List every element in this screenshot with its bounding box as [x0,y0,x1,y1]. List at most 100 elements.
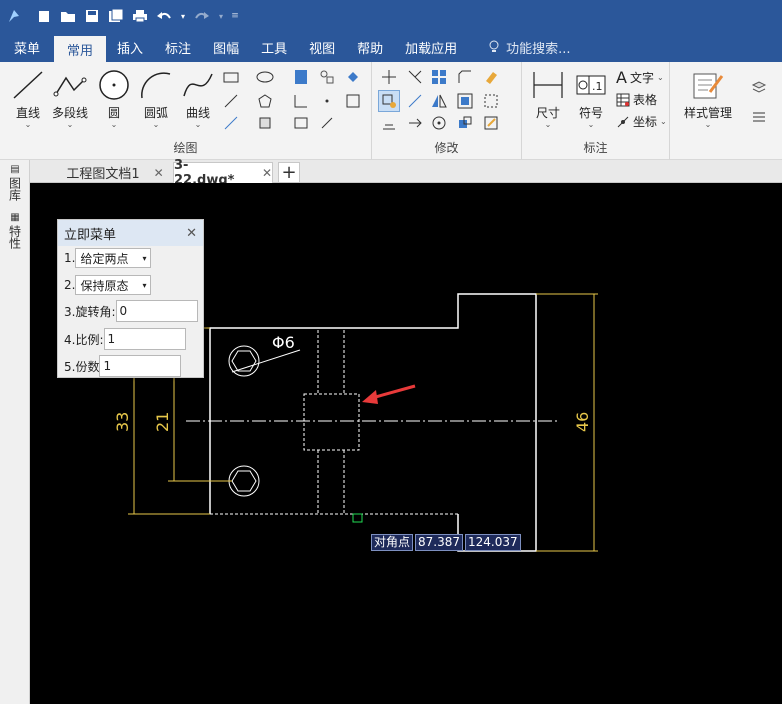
color-fill-icon[interactable] [344,68,362,86]
tab-tools[interactable]: 工具 [250,32,298,62]
tab-load-app[interactable]: 加载应用 [394,32,468,62]
new-tab-button[interactable]: + [278,162,300,183]
block-icon[interactable] [318,68,336,86]
save-all-icon[interactable] [106,6,126,26]
rotation-input[interactable] [115,300,198,322]
table-icon [616,93,630,106]
centerline-icon[interactable] [222,92,240,110]
axis-icon[interactable] [292,92,310,110]
doc-tab-2[interactable]: 3-22.dwg* ✕ [173,158,273,188]
chevron-down-icon: ⌄ [24,120,32,129]
array-icon[interactable] [430,68,448,86]
tab-annotate[interactable]: 标注 [154,32,202,62]
text-button[interactable]: A 文字 ⌄ [616,68,664,87]
mode-select[interactable]: 给定两点 ▾ [75,248,152,268]
extend-icon[interactable] [406,92,424,110]
scale-input[interactable] [103,328,186,350]
offset-icon[interactable] [380,114,398,132]
line-icon [13,71,43,99]
print-icon[interactable] [130,6,150,26]
explode-icon[interactable] [456,114,474,132]
save-icon[interactable] [82,6,102,26]
tab-view[interactable]: 视图 [298,32,346,62]
circle-button[interactable]: 圆 ⌄ [96,68,132,129]
properties-panel-icon: ▦ [9,212,21,223]
scale-icon[interactable] [456,92,474,110]
tab-insert[interactable]: 插入 [106,32,154,62]
modify-group-label: 修改 [434,141,459,155]
line-label: 直线 [15,106,40,120]
leader-icon[interactable] [318,114,336,132]
circle-label: 圆 [107,106,120,120]
style-manager-button[interactable]: 样式管理 ⌄ [684,68,732,129]
break-icon[interactable] [482,92,500,110]
chevron-down-icon: ⌄ [544,120,552,129]
move-icon[interactable] [380,68,398,86]
doc-tab-1[interactable]: 工程图文档1 ✕ [60,162,170,183]
close-icon[interactable]: ✕ [186,226,197,241]
draw-group-label: 绘图 [173,141,198,155]
option-row-1: 1. 给定两点 ▾ [64,248,152,268]
image-icon[interactable] [292,114,310,132]
tab-common[interactable]: 常用 [54,36,107,62]
close-icon[interactable]: ✕ [262,166,272,180]
redo-icon[interactable] [192,6,212,26]
properties-panel-tab[interactable]: ▦ 特性 [8,212,22,249]
trim-icon[interactable] [406,68,424,86]
erase-icon[interactable] [482,68,500,86]
rotate-icon[interactable] [430,114,448,132]
mirror-icon[interactable] [430,92,448,110]
ellipse-icon[interactable] [256,68,274,86]
boundary-icon[interactable] [256,114,274,132]
arc-label: 圆弧 [143,106,168,120]
line-button[interactable]: 直线 ⌄ [10,68,46,129]
polyline-button[interactable]: 多段线 ⌄ [52,68,88,129]
stretch-icon[interactable] [406,114,424,132]
coordinate-label: 对角点 [371,534,414,551]
curve-button[interactable]: 曲线 ⌄ [180,68,216,129]
library-icon: ▤ [9,164,21,175]
immediate-menu-titlebar[interactable]: 立即菜单 ✕ [58,220,203,246]
customize-icon[interactable]: ≡ [230,6,240,26]
new-file-icon[interactable] [34,6,54,26]
dimension-label: 尺寸 [535,106,560,120]
library-label: 图库 [7,177,22,201]
hatch-icon[interactable] [292,68,310,86]
feature-search[interactable]: 功能搜索... [468,32,571,62]
tab-sheet[interactable]: 图幅 [202,32,250,62]
undo-icon[interactable] [154,6,174,26]
polygon-icon[interactable] [256,92,274,110]
construction-line-icon[interactable] [222,114,240,132]
region-icon[interactable] [344,92,362,110]
symbol-button[interactable]: .1 符号 ⌄ [574,68,608,129]
table-button[interactable]: 表格 [616,91,657,108]
redo-dropdown-icon[interactable]: ▾ [216,6,226,26]
close-icon[interactable]: ✕ [154,166,164,180]
chevron-down-icon: ⌄ [110,120,118,129]
mode-select-value: 给定两点 [80,251,129,266]
coordinate-icon [617,116,629,127]
tab-menu[interactable]: 菜单 [0,32,54,62]
layer-icon[interactable] [750,78,768,96]
coordinate-button[interactable]: 坐标 ⌄ [616,113,667,130]
state-select-value: 保持原态 [80,278,129,293]
open-file-icon[interactable] [58,6,78,26]
library-panel-tab[interactable]: ▤ 图库 [8,164,22,201]
tab-help[interactable]: 帮助 [346,32,394,62]
copies-input[interactable] [99,355,182,377]
chevron-down-icon: ⌄ [66,120,74,129]
undo-dropdown-icon[interactable]: ▾ [178,6,188,26]
phi-leader [231,349,301,373]
rectangle-icon[interactable] [222,68,240,86]
state-select[interactable]: 保持原态 ▾ [75,275,152,295]
curve-label: 曲线 [185,106,210,120]
style-manager-label: 样式管理 [684,106,733,120]
arc-button[interactable]: 圆弧 ⌄ [138,68,174,129]
chamfer-icon[interactable] [456,68,474,86]
app-logo-icon[interactable] [4,6,24,26]
point-icon[interactable] [318,92,336,110]
edit-icon[interactable] [482,114,500,132]
dimension-button[interactable]: 尺寸 ⌄ [530,68,566,129]
copy-selection-icon[interactable] [378,90,400,112]
properties-icon[interactable] [750,108,768,126]
